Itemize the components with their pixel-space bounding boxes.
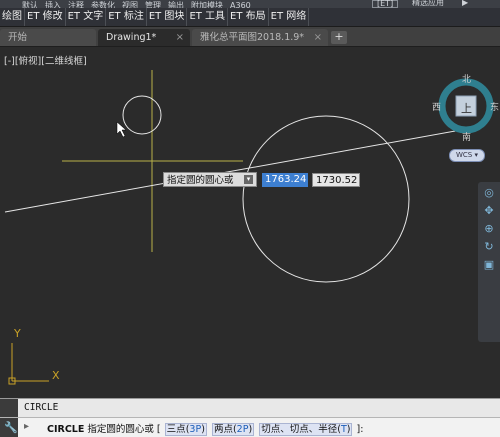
- toolbar-item[interactable]: ET 文字: [66, 8, 107, 26]
- option-2p[interactable]: 两点(2P): [211, 423, 255, 436]
- toolbar-item[interactable]: ET 网络: [269, 8, 310, 26]
- tab-site-plan[interactable]: 雅化总平面图2018.1.9* ×: [192, 29, 328, 46]
- tab-label: 雅化总平面图2018.1.9*: [200, 32, 305, 43]
- option-label: 切点、切点、半径: [261, 424, 338, 435]
- history-line: CIRCLE: [24, 402, 59, 413]
- tab-drawing1[interactable]: Drawing1* ×: [98, 29, 190, 46]
- bracket-close: ]:: [356, 424, 364, 435]
- wrench-icon[interactable]: 🔧: [4, 421, 18, 435]
- prompt-text: 指定圆的圆心或: [167, 175, 234, 186]
- toolbar-item[interactable]: ET 修改: [25, 8, 66, 26]
- viewcube-top-face[interactable]: 上: [461, 100, 472, 116]
- viewcube-west[interactable]: 西: [432, 100, 441, 113]
- option-label: 两点: [213, 424, 233, 435]
- ucs-x-label: X: [52, 369, 60, 382]
- steering-wheel-icon[interactable]: ◎: [482, 186, 496, 200]
- y-coordinate-input[interactable]: 1730.52: [312, 173, 360, 187]
- command-prompt-icon[interactable]: ▸: [24, 421, 29, 432]
- viewcube-east[interactable]: 东: [490, 100, 499, 113]
- zoom-icon[interactable]: ⊕: [482, 222, 496, 236]
- ucs-icon: [8, 343, 49, 385]
- ribbon-arrow-icon[interactable]: ▶: [462, 0, 468, 7]
- arrow-cursor-icon: [116, 121, 127, 138]
- toolbar-item[interactable]: ET 工具: [187, 8, 229, 26]
- command-prompt: 指定圆的圆心或: [87, 424, 154, 435]
- command-line[interactable]: 🔧 ▸ CIRCLE 指定圆的圆心或 [ 三点(3P) 两点(2P) 切点、切点…: [0, 417, 500, 437]
- new-tab-button[interactable]: +: [331, 31, 347, 44]
- command-history: CIRCLE: [0, 398, 500, 437]
- bracket-open: [: [156, 424, 161, 435]
- viewport-controls[interactable]: [-][俯视][二维线框]: [4, 53, 87, 67]
- close-icon[interactable]: ×: [314, 29, 322, 46]
- dropdown-arrow-icon[interactable]: ▾: [244, 175, 253, 184]
- option-3p[interactable]: 三点(3P): [164, 423, 207, 436]
- viewcube-south[interactable]: 南: [462, 130, 471, 143]
- toolbar-item[interactable]: 绘图: [0, 8, 25, 26]
- toolbar-item[interactable]: ET 标注: [106, 8, 147, 26]
- ribbon-et-badge[interactable]: [ET]: [372, 0, 399, 8]
- ucs-y-label: Y: [14, 327, 21, 340]
- small-circle: [122, 95, 162, 135]
- orbit-icon[interactable]: ↻: [482, 240, 496, 254]
- express-tools-toolbar: 绘图 ET 修改 ET 文字 ET 标注 ET 图块 ET 工具 ET 布局 ET 网络: [0, 8, 500, 27]
- dynamic-input-prompt: 指定圆的圆心或 ▾: [163, 172, 257, 187]
- tab-start[interactable]: 开始: [0, 29, 96, 46]
- tab-label: 开始: [8, 32, 28, 43]
- large-circle: [242, 115, 410, 283]
- option-label: 三点: [166, 424, 186, 435]
- option-key: 2P: [236, 424, 249, 435]
- x-coordinate-input[interactable]: 1763.24: [262, 173, 308, 187]
- tab-label: Drawing1*: [106, 32, 157, 43]
- navigation-bar: ◎ ✥ ⊕ ↻ ▣: [478, 182, 500, 342]
- drawing-canvas[interactable]: [0, 47, 500, 397]
- viewcube-north[interactable]: 北: [462, 72, 471, 85]
- command-name: CIRCLE: [47, 424, 85, 435]
- ribbon-featured-apps[interactable]: 精选应用: [412, 0, 444, 7]
- construction-line: [4, 125, 484, 213]
- ribbon-tab-strip: 默认 插入 注释 参数化 视图 管理 输出 附加模块 A360 [ET] 精选应用 ▶: [0, 0, 500, 8]
- showmotion-icon[interactable]: ▣: [482, 258, 496, 272]
- toolbar-item[interactable]: ET 布局: [228, 8, 269, 26]
- option-ttr[interactable]: 切点、切点、半径(T): [259, 423, 353, 436]
- wcs-menu[interactable]: WCS ▾: [449, 149, 485, 162]
- toolbar-item[interactable]: ET 图块: [147, 8, 188, 26]
- pan-icon[interactable]: ✥: [482, 204, 496, 218]
- option-key: 3P: [189, 424, 202, 435]
- option-key: T: [340, 424, 347, 435]
- close-icon[interactable]: ×: [176, 29, 184, 46]
- document-tab-bar: 开始 Drawing1* × 雅化总平面图2018.1.9* × +: [0, 27, 500, 47]
- command-text: CIRCLE 指定圆的圆心或 [ 三点(3P) 两点(2P) 切点、切点、半径(…: [47, 421, 364, 436]
